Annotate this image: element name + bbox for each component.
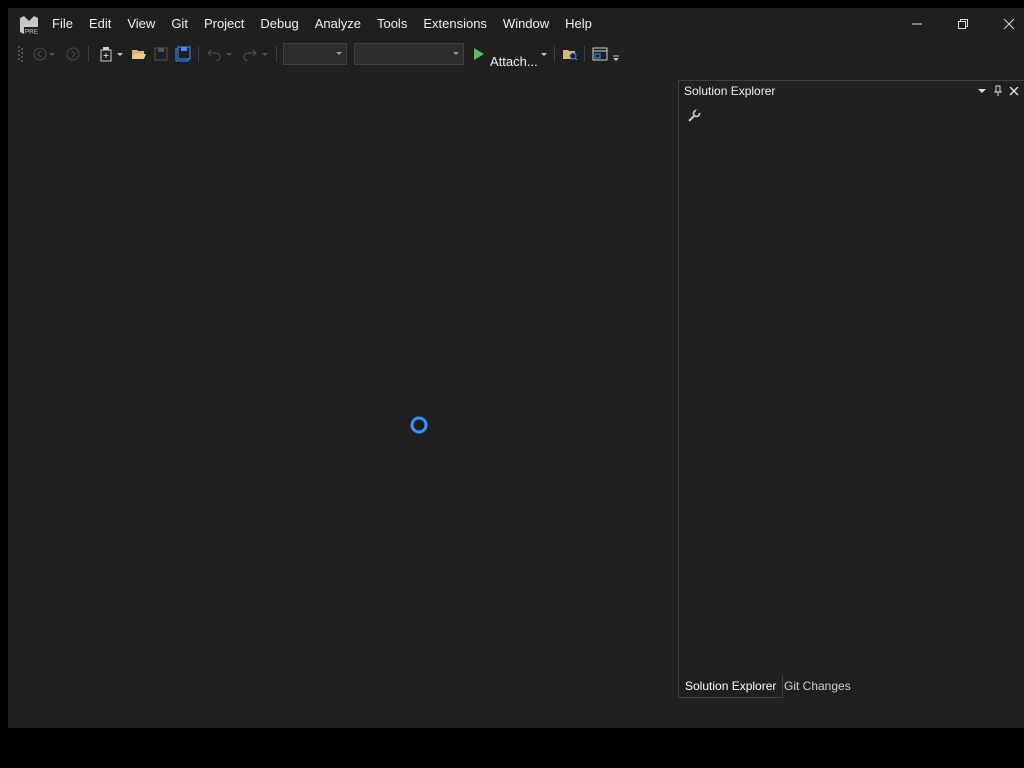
toolbar-options-icon [613,55,619,61]
menu-edit[interactable]: Edit [81,8,119,40]
open-folder-icon [132,50,146,59]
attach-dropdown-button[interactable] [538,44,550,64]
menu-debug[interactable]: Debug [252,8,306,40]
loading-spinner-icon [410,416,428,434]
tab-git-changes[interactable]: Git Changes [778,676,857,697]
play-icon [474,48,484,60]
menu-tools[interactable]: Tools [369,8,415,40]
restore-icon [958,19,968,29]
menu-bar: File Edit View Git Project Debug Analyze… [44,8,600,40]
menu-file[interactable]: File [44,8,81,40]
window-layout-icon [592,47,608,61]
window-layout-button[interactable] [590,44,622,64]
undo-icon [206,49,220,61]
toolbar-separator [584,46,585,62]
back-arrow-icon [33,47,47,61]
save-icon [154,47,168,61]
toolbar-separator [276,46,277,62]
menu-window[interactable]: Window [495,8,557,40]
restore-button[interactable] [940,8,986,40]
visual-studio-preview-logo-icon: PRE [20,16,39,36]
attach-button-label[interactable]: Attach... [490,54,538,69]
close-icon [1003,18,1015,30]
solution-platforms-dropdown[interactable] [354,43,464,65]
menu-project[interactable]: Project [196,8,252,40]
menu-view[interactable]: View [119,8,163,40]
save-button[interactable] [152,44,170,64]
menu-analyze[interactable]: Analyze [307,8,369,40]
tool-window-tabs: Solution Explorer Git Changes [678,676,1024,698]
title-bar: PRE File Edit View Git Project Debug Ana… [8,8,1024,40]
close-panel-button[interactable] [1008,85,1020,97]
new-project-button[interactable] [96,44,124,64]
minimize-icon [912,23,922,25]
svg-text:PRE: PRE [25,29,39,36]
chevron-down-icon [978,89,986,93]
forward-arrow-icon [66,47,80,61]
tab-solution-explorer[interactable]: Solution Explorer [678,676,784,698]
solution-explorer-header: Solution Explorer [679,81,1024,101]
find-in-files-button[interactable] [560,44,580,64]
menu-git[interactable]: Git [163,8,196,40]
navigate-forward-button[interactable] [64,44,82,64]
solution-explorer-title: Solution Explorer [684,84,776,98]
save-all-button[interactable] [174,44,192,64]
menu-help[interactable]: Help [557,8,600,40]
open-file-button[interactable] [130,44,148,64]
ide-window: PRE File Edit View Git Project Debug Ana… [8,8,1024,728]
properties-button[interactable] [685,107,703,125]
save-all-icon [175,46,191,62]
toolbar-separator [554,46,555,62]
toolbar-separator [198,46,199,62]
menu-extensions[interactable]: Extensions [415,8,495,40]
close-icon [1009,86,1019,96]
window-position-dropdown-button[interactable] [976,85,988,97]
minimize-button[interactable] [894,8,940,40]
new-project-icon [100,47,111,62]
wrench-icon [688,109,701,122]
solution-explorer-panel: Solution Explorer [678,80,1024,698]
close-window-button[interactable] [986,8,1024,40]
toolbar-separator [88,46,89,62]
folder-search-icon [563,50,578,61]
navigate-backward-button[interactable] [32,44,56,64]
redo-icon [243,49,257,61]
toolbar-grip-icon[interactable] [18,44,24,64]
pin-icon [994,85,1002,96]
standard-toolbar: Attach... [8,40,1024,69]
undo-button[interactable] [204,44,234,64]
redo-button[interactable] [240,44,270,64]
auto-hide-pin-button[interactable] [992,85,1004,97]
start-debugging-button[interactable] [470,44,488,64]
solution-configurations-dropdown[interactable] [283,43,347,65]
